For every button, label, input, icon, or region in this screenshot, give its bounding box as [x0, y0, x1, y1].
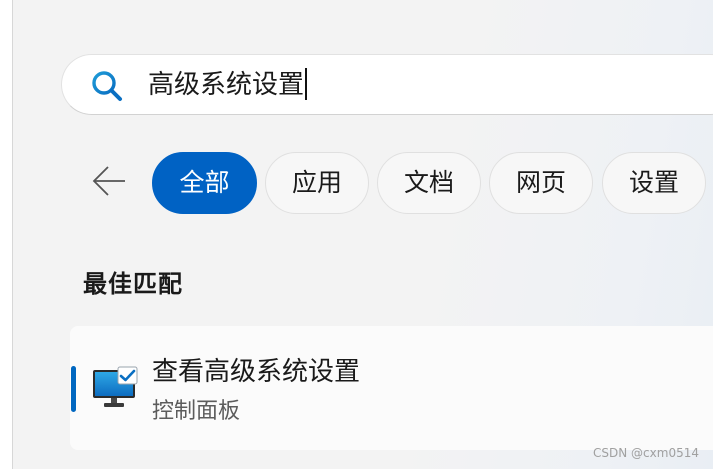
search-query-text: 高级系统设置: [148, 70, 305, 100]
tab-apps[interactable]: 应用: [265, 152, 369, 214]
monitor-checkmark-icon: [93, 366, 138, 407]
best-match-heading: 最佳匹配: [83, 270, 183, 298]
tab-web[interactable]: 网页: [489, 152, 593, 214]
tab-settings[interactable]: 设置: [602, 152, 706, 214]
search-box[interactable]: 高级系统设置: [61, 54, 713, 115]
search-input[interactable]: 高级系统设置: [148, 67, 307, 102]
result-title: 查看高级系统设置: [152, 357, 361, 387]
result-subtitle: 控制面板: [152, 399, 241, 424]
watermark: CSDN @cxm0514: [593, 446, 699, 460]
tab-all[interactable]: 全部: [152, 152, 257, 214]
search-icon: [92, 71, 122, 101]
best-match-result[interactable]: [70, 326, 713, 450]
text-caret: [305, 67, 307, 100]
selection-indicator: [71, 366, 76, 412]
tab-documents[interactable]: 文档: [377, 152, 481, 214]
back-arrow-icon[interactable]: [91, 165, 127, 197]
search-panel: 高级系统设置 全部 应用 文档 网页 设置 最佳匹配 查看高级系统设置 控制面板: [12, 0, 713, 469]
